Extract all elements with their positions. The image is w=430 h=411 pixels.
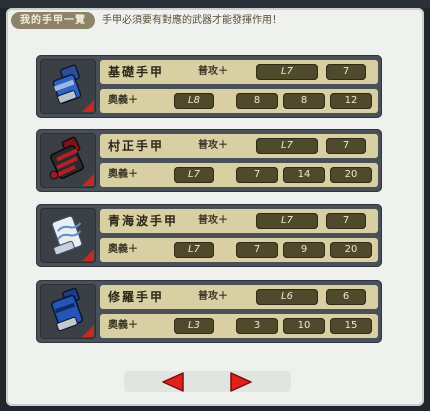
ougi-value-1: 7 <box>236 242 278 258</box>
attack-label: 普攻＋ <box>198 215 228 226</box>
gauntlet-card-4[interactable]: 修羅手甲 普攻＋ L6 6 奧義＋ L3 3 10 15 <box>36 280 382 343</box>
attack-value: 6 <box>326 289 366 305</box>
gauntlet-name: 村正手甲 <box>108 139 165 153</box>
gauntlet-card-2[interactable]: 村正手甲 普攻＋ L7 7 奧義＋ L7 7 14 20 <box>36 129 382 192</box>
attack-label: 普攻＋ <box>198 291 228 302</box>
gauntlet-card-1[interactable]: 基礎手甲 普攻＋ L7 7 奧義＋ L8 8 8 12 <box>36 55 382 118</box>
next-page-button[interactable] <box>229 372 253 392</box>
ougi-level: L7 <box>174 242 214 258</box>
ougi-value-1: 8 <box>236 93 278 109</box>
prev-page-button[interactable] <box>161 372 185 392</box>
ougi-level: L7 <box>174 167 214 183</box>
ougi-level: L8 <box>174 93 214 109</box>
ougi-value-2: 14 <box>283 167 325 183</box>
ougi-value-2: 10 <box>283 318 325 334</box>
gauntlet-name: 青海波手甲 <box>108 214 179 228</box>
ougi-label: 奧義＋ <box>108 169 138 180</box>
gauntlet-icon-slot[interactable] <box>40 208 96 263</box>
ougi-label: 奧義＋ <box>108 244 138 255</box>
attack-level: L7 <box>256 138 318 154</box>
ougi-row: 奧義＋ L3 3 10 15 <box>100 314 378 338</box>
attack-level: L7 <box>256 64 318 80</box>
attack-row: 青海波手甲 普攻＋ L7 7 <box>100 209 378 233</box>
gauntlet-icon-slot[interactable] <box>40 133 96 188</box>
ougi-row: 奧義＋ L7 7 14 20 <box>100 163 378 187</box>
ougi-value-2: 8 <box>283 93 325 109</box>
attack-level: L6 <box>256 289 318 305</box>
page-navigation <box>124 371 291 392</box>
top-strip <box>0 0 430 8</box>
attack-level: L7 <box>256 213 318 229</box>
red-black-gauntlet-icon <box>49 136 85 180</box>
ougi-row: 奧義＋ L7 7 9 20 <box>100 238 378 262</box>
ougi-value-3: 20 <box>330 242 372 258</box>
ougi-value-1: 3 <box>236 318 278 334</box>
ougi-label: 奧義＋ <box>108 95 138 106</box>
attack-label: 普攻＋ <box>198 140 228 151</box>
right-arrow-icon <box>230 372 252 392</box>
gauntlet-icon-slot[interactable] <box>40 284 96 339</box>
ougi-label: 奧義＋ <box>108 320 138 331</box>
attack-label: 普攻＋ <box>198 66 228 77</box>
attack-row: 村正手甲 普攻＋ L7 7 <box>100 134 378 158</box>
gauntlet-card-3[interactable]: 青海波手甲 普攻＋ L7 7 奧義＋ L7 7 9 20 <box>36 204 382 267</box>
ougi-value-3: 20 <box>330 167 372 183</box>
white-blue-gauntlet-icon <box>51 215 83 256</box>
ougi-value-3: 12 <box>330 93 372 109</box>
attack-row: 修羅手甲 普攻＋ L6 6 <box>100 285 378 309</box>
dark-blue-gauntlet-icon <box>51 287 83 332</box>
panel-title: 我的手甲一覽 <box>11 12 95 29</box>
ougi-value-2: 9 <box>283 242 325 258</box>
gauntlet-name: 修羅手甲 <box>108 290 165 304</box>
ougi-value-1: 7 <box>236 167 278 183</box>
left-arrow-icon <box>162 372 184 392</box>
gauntlet-name: 基礎手甲 <box>108 65 165 79</box>
ougi-row: 奧義＋ L8 8 8 12 <box>100 89 378 113</box>
attack-value: 7 <box>326 213 366 229</box>
ougi-level: L3 <box>174 318 214 334</box>
attack-value: 7 <box>326 64 366 80</box>
notice-text: 手甲必須要有對應的武器才能發揮作用！ <box>102 15 282 26</box>
attack-value: 7 <box>326 138 366 154</box>
attack-row: 基礎手甲 普攻＋ L7 7 <box>100 60 378 84</box>
blue-gauntlet-icon <box>52 64 82 104</box>
ougi-value-3: 15 <box>330 318 372 334</box>
gauntlet-icon-slot[interactable] <box>40 59 96 114</box>
